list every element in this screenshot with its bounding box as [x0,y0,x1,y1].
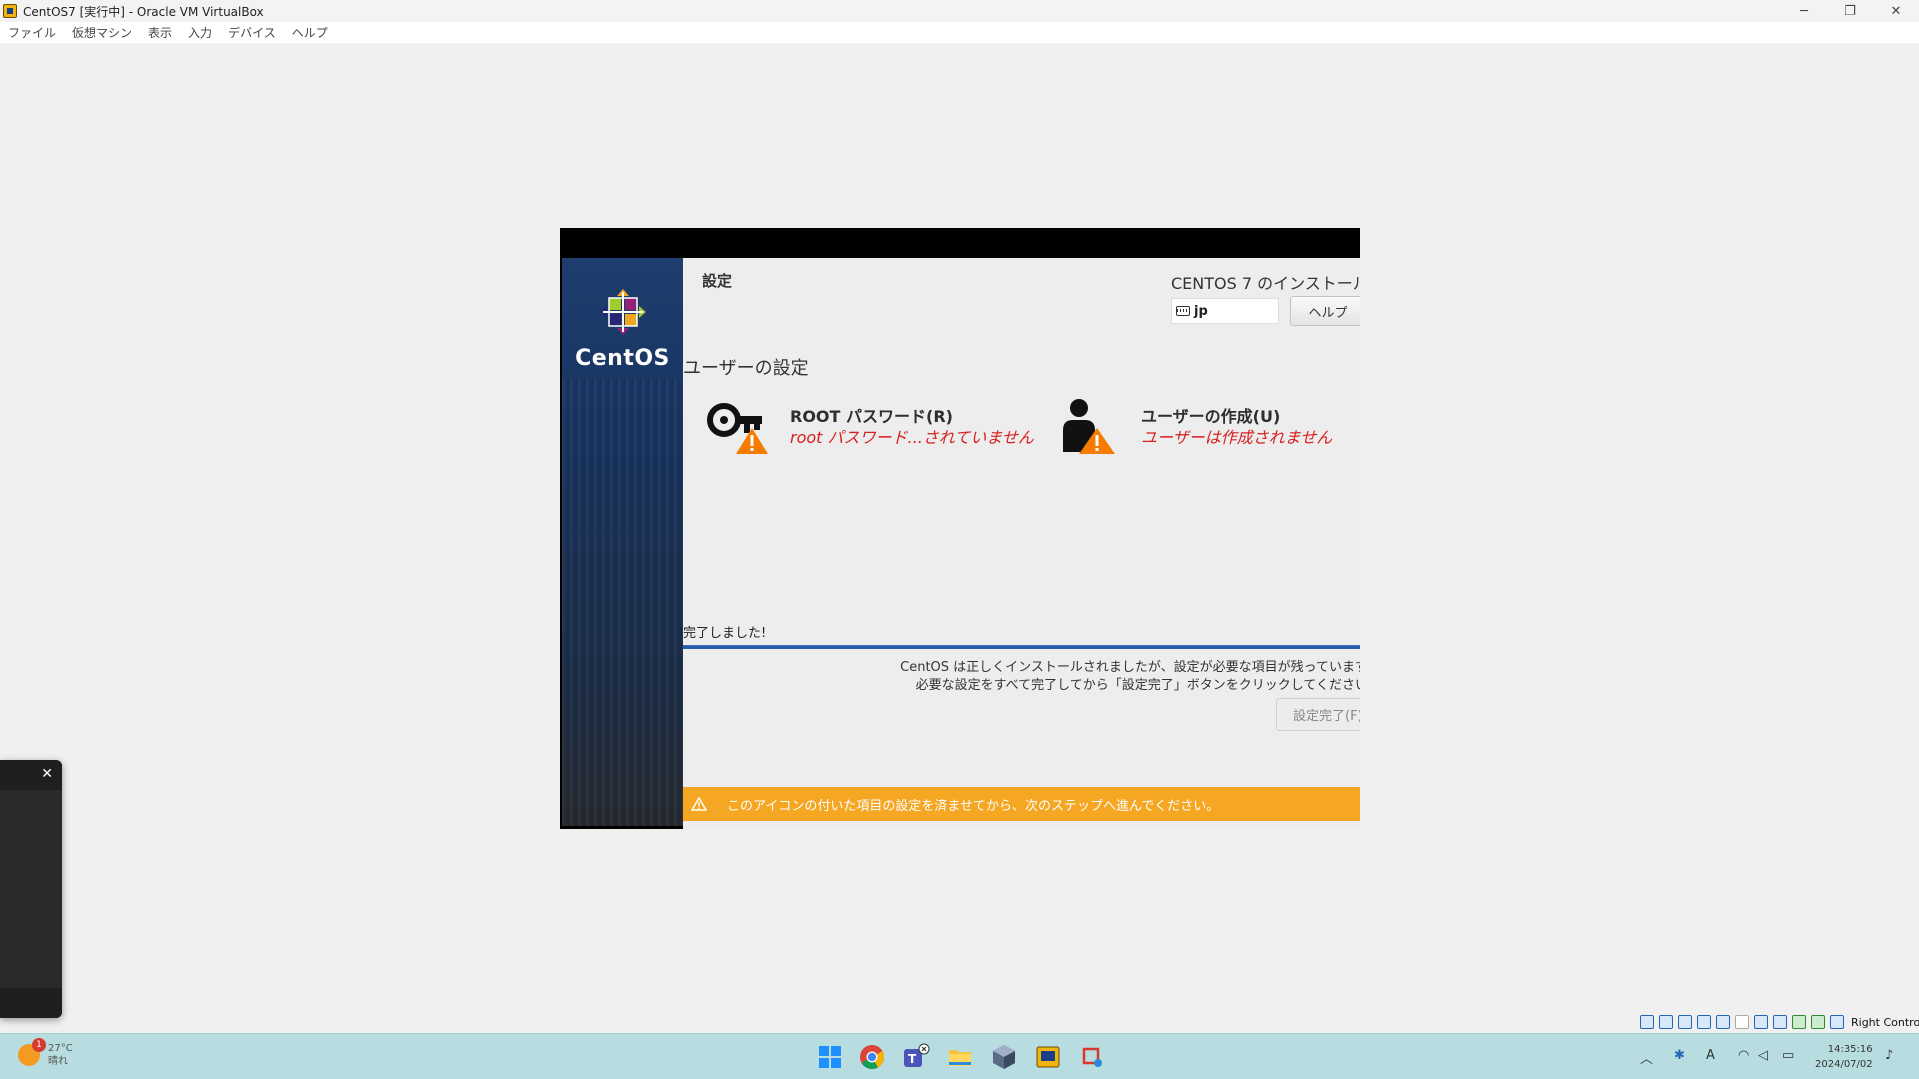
keyboard-layout-label: jp [1194,303,1208,319]
keyboard-icon [1176,306,1190,316]
centos-brand-text: CentOS [575,346,670,371]
file-explorer-icon[interactable] [946,1043,974,1071]
keyboard-capture-icon[interactable] [1830,1015,1844,1029]
svg-text:T: T [908,1052,917,1066]
key-warning-icon [707,403,768,454]
sidebar-texture [562,378,683,826]
installer-sidebar: CentOS [562,258,683,826]
bluetooth-icon[interactable]: ✱ [1674,1048,1685,1063]
cpu-activity-icon[interactable] [1792,1015,1806,1029]
tray-overflow-icon[interactable]: ︿ [1640,1048,1653,1067]
menu-bar: ファイル 仮想マシン 表示 入力 デバイス ヘルプ [0,22,1919,43]
ime-indicator[interactable]: A [1706,1048,1715,1063]
minimize-button[interactable]: ─ [1781,0,1827,22]
audio-icon[interactable] [1678,1015,1692,1029]
menu-file[interactable]: ファイル [8,24,56,41]
keyboard-layout-indicator[interactable]: jp [1171,298,1279,324]
weather-condition: 晴れ [48,1056,68,1067]
user-creation-spoke[interactable]: ユーザーの作成(U) ユーザーは作成されません [1057,398,1357,458]
close-button[interactable]: ✕ [1873,0,1919,22]
page-title: 設定 [702,272,733,290]
virtualbox-vm-icon[interactable] [1034,1043,1062,1071]
warning-bar: このアイコンの付いた項目の設定を済ませてから、次のステップへ進んでください。 [683,787,1360,821]
optical-drive-icon[interactable] [1659,1015,1673,1029]
display-icon[interactable] [1754,1015,1768,1029]
weather-temperature: 27°C [48,1043,73,1054]
menu-view[interactable]: 表示 [148,24,172,41]
root-password-status: root パスワード...されていません [790,428,1034,447]
vm-display[interactable]: CentOS 設定 CENTOS 7 のインストール jp ヘルプ ユーザーの設… [560,228,1360,829]
install-title: CENTOS 7 のインストール [1171,274,1360,293]
system-clock[interactable]: 14:35:16 2024/07/02 [1815,1042,1873,1072]
notification-footer [0,988,62,1018]
windows-start-icon[interactable] [816,1043,844,1071]
snipping-tool-icon[interactable] [1078,1043,1106,1071]
user-warning-icon [1063,399,1115,454]
installer-main: 設定 CENTOS 7 のインストール jp ヘルプ ユーザーの設定 ROOT … [683,258,1360,829]
user-creation-status: ユーザーは作成されません [1141,428,1333,447]
weather-sun-icon: 1 [18,1038,46,1066]
restore-button[interactable]: ❐ [1827,0,1873,22]
vm-top-band [560,228,1360,258]
chrome-icon[interactable] [858,1043,886,1071]
notification-close-button[interactable]: ✕ [41,766,53,782]
battery-icon[interactable]: ▭ [1782,1048,1794,1063]
clock-date: 2024/07/02 [1815,1059,1873,1070]
completion-message-line2: 必要な設定をすべて完了してから「設定完了」ボタンをクリックしてください [915,678,1360,693]
hard-disk-icon[interactable] [1640,1015,1654,1029]
window-title: CentOS7 [実行中] - Oracle VM VirtualBox [23,4,264,19]
network-icon[interactable] [1697,1015,1711,1029]
clock-time: 14:35:16 [1827,1044,1873,1055]
section-title-user-settings: ユーザーの設定 [683,358,809,379]
virtualbox-app-icon [3,4,17,18]
menu-input[interactable]: 入力 [188,24,212,41]
recording-icon[interactable] [1773,1015,1787,1029]
host-key-label: Right Control [1851,1015,1919,1029]
teams-icon[interactable]: T [902,1043,930,1071]
warning-icon [691,797,707,811]
volume-icon[interactable]: ◁ [1758,1048,1768,1063]
menu-machine[interactable]: 仮想マシン [72,24,132,41]
finish-configuration-button[interactable]: 設定完了(F) [1276,698,1360,731]
notifications-bell-icon[interactable]: ♪ [1885,1048,1893,1063]
install-progress-bar [683,645,1360,649]
vbox-status-bar: Right Control [1640,1013,1919,1031]
root-password-spoke[interactable]: ROOT パスワード(R) root パスワード...されていません [706,398,1046,458]
notification-panel: ✕ [0,760,62,1018]
weather-badge: 1 [32,1038,46,1052]
warning-message: このアイコンの付いた項目の設定を済ませてから、次のステップへ進んでください。 [727,798,1220,814]
wifi-icon[interactable]: ◠ [1738,1048,1749,1063]
weather-widget[interactable]: 1 27°C 晴れ [18,1038,73,1068]
window-titlebar: CentOS7 [実行中] - Oracle VM VirtualBox ─ ❐… [0,0,1919,22]
virtualbox-manager-icon[interactable] [990,1043,1018,1071]
help-button[interactable]: ヘルプ [1290,296,1360,326]
completion-message-line1: CentOS は正しくインストールされましたが、設定が必要な項目が残っています [900,660,1360,675]
menu-help[interactable]: ヘルプ [292,24,328,41]
menu-devices[interactable]: デバイス [228,24,276,41]
taskbar: 1 27°C 晴れ T ︿ ✱ A ◠ ◁ ▭ 14:35:16 2024/07… [0,1033,1919,1079]
progress-status-text: 完了しました! [683,626,767,641]
usb-icon[interactable] [1716,1015,1730,1029]
mouse-integration-icon[interactable] [1811,1015,1825,1029]
shared-folders-icon[interactable] [1735,1015,1749,1029]
centos-logo-icon [600,289,646,335]
